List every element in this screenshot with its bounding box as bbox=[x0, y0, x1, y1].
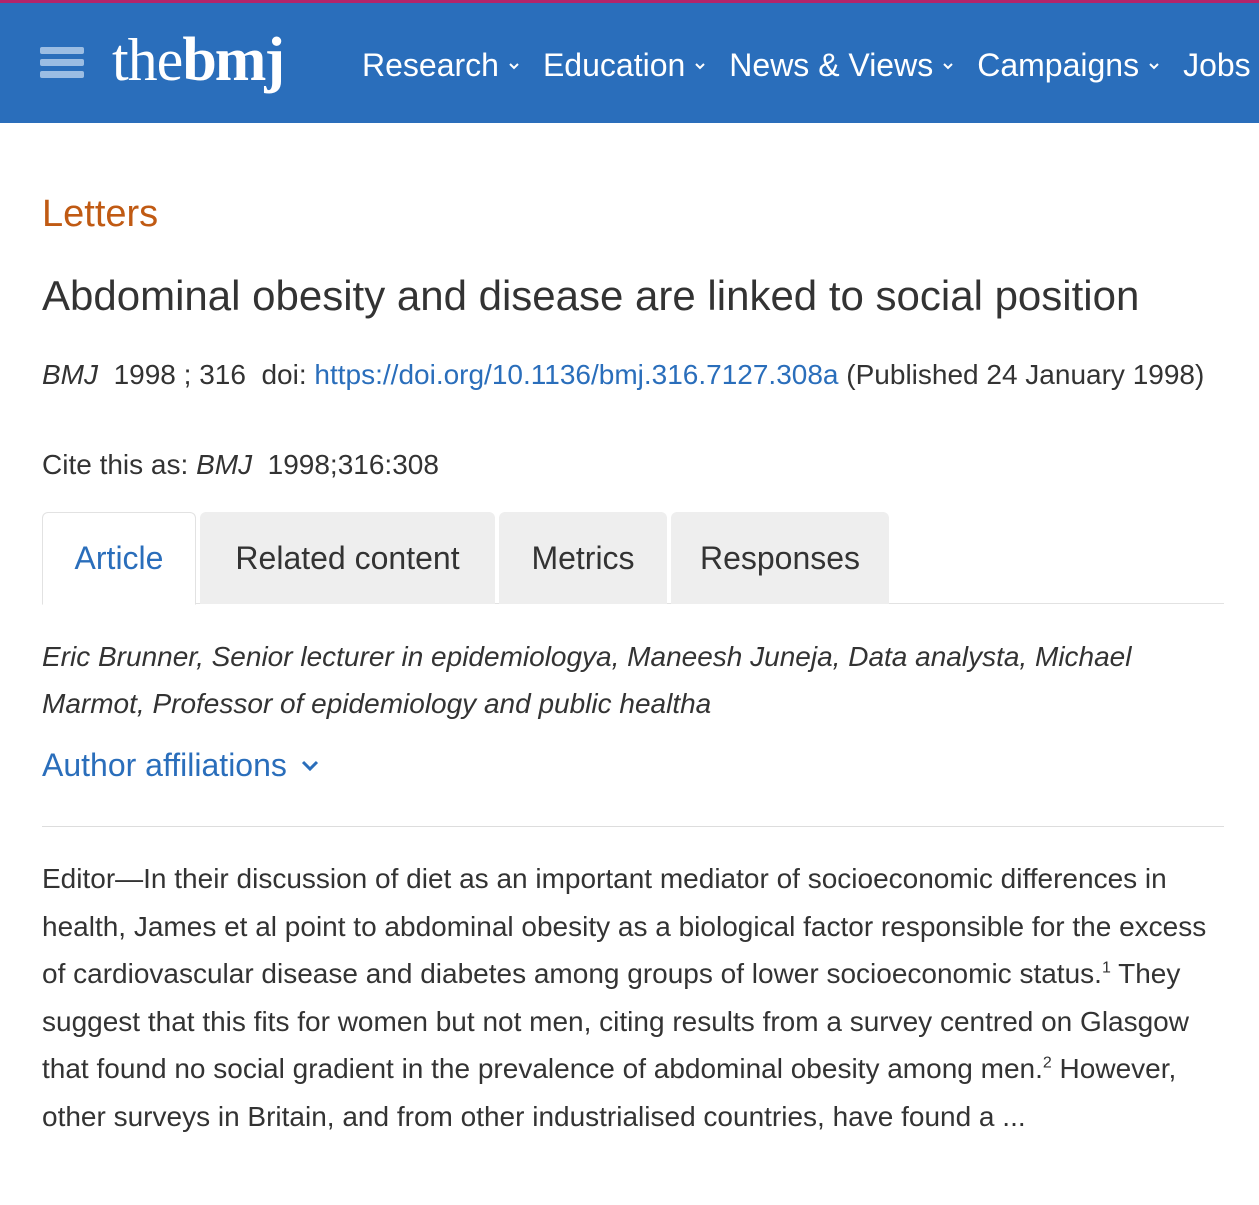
body-text-part-1: Editor—In their discussion of diet as an… bbox=[42, 863, 1207, 989]
chevron-down-icon bbox=[509, 62, 519, 69]
chevron-down-icon bbox=[301, 760, 318, 771]
logo-the-text: the bbox=[112, 27, 183, 93]
chevron-down-icon bbox=[943, 62, 953, 69]
citation-info: BMJ 1998 ; 316 doi: https://doi.org/10.1… bbox=[42, 351, 1212, 398]
tab-related-content[interactable]: Related content bbox=[200, 512, 495, 604]
article-tabs: Article Related content Metrics Response… bbox=[42, 512, 1224, 605]
reference-2[interactable]: 2 bbox=[1043, 1055, 1052, 1072]
published-date: (Published 24 January 1998) bbox=[846, 359, 1205, 390]
cite-reference: 1998;316:308 bbox=[267, 449, 439, 480]
article-body: Editor—In their discussion of diet as an… bbox=[42, 855, 1212, 1140]
author-affiliations-toggle[interactable]: Author affiliations bbox=[42, 747, 321, 784]
cite-journal: BMJ bbox=[196, 449, 253, 480]
main-nav: Research Education News & Views Campaign… bbox=[362, 47, 1259, 84]
tab-responses[interactable]: Responses bbox=[671, 512, 889, 604]
section-label[interactable]: Letters bbox=[42, 193, 158, 236]
top-navigation-bar: thebmj Research Education News & Views C… bbox=[0, 0, 1259, 123]
divider bbox=[42, 826, 1224, 827]
doi-link[interactable]: https://doi.org/10.1136/bmj.316.7127.308… bbox=[314, 359, 838, 390]
cite-this-as: Cite this as: BMJ 1998;316:308 bbox=[42, 441, 439, 488]
nav-campaigns[interactable]: Campaigns bbox=[977, 47, 1161, 84]
nav-campaigns-label: Campaigns bbox=[977, 47, 1140, 83]
author-list: Eric Brunner, Senior lecturer in epidemi… bbox=[42, 641, 1132, 719]
nav-research-label: Research bbox=[362, 47, 499, 83]
nav-research[interactable]: Research bbox=[362, 47, 521, 84]
nav-news-views-label: News & Views bbox=[729, 47, 934, 83]
nav-education-label: Education bbox=[542, 47, 686, 83]
nav-jobs[interactable]: Jobs bbox=[1183, 47, 1259, 84]
doi-label: doi: bbox=[261, 359, 307, 390]
author-affiliations-label: Author affiliations bbox=[42, 747, 287, 783]
logo-bmj-text: bmj bbox=[182, 26, 285, 94]
bmj-logo[interactable]: thebmj bbox=[112, 25, 285, 95]
journal-name: BMJ bbox=[42, 359, 98, 390]
reference-1[interactable]: 1 bbox=[1102, 960, 1111, 977]
tab-metrics[interactable]: Metrics bbox=[499, 512, 667, 604]
chevron-down-icon bbox=[1149, 62, 1159, 69]
menu-icon[interactable] bbox=[40, 47, 84, 83]
article-title: Abdominal obesity and disease are linked… bbox=[42, 272, 1140, 319]
nav-jobs-label: Jobs bbox=[1183, 47, 1251, 83]
cite-label: Cite this as: bbox=[42, 449, 189, 480]
tab-article[interactable]: Article bbox=[42, 512, 196, 605]
nav-education[interactable]: Education bbox=[543, 47, 707, 84]
year-volume: 1998 ; 316 bbox=[113, 359, 246, 390]
nav-news-views[interactable]: News & Views bbox=[729, 47, 955, 84]
chevron-down-icon bbox=[695, 62, 705, 69]
